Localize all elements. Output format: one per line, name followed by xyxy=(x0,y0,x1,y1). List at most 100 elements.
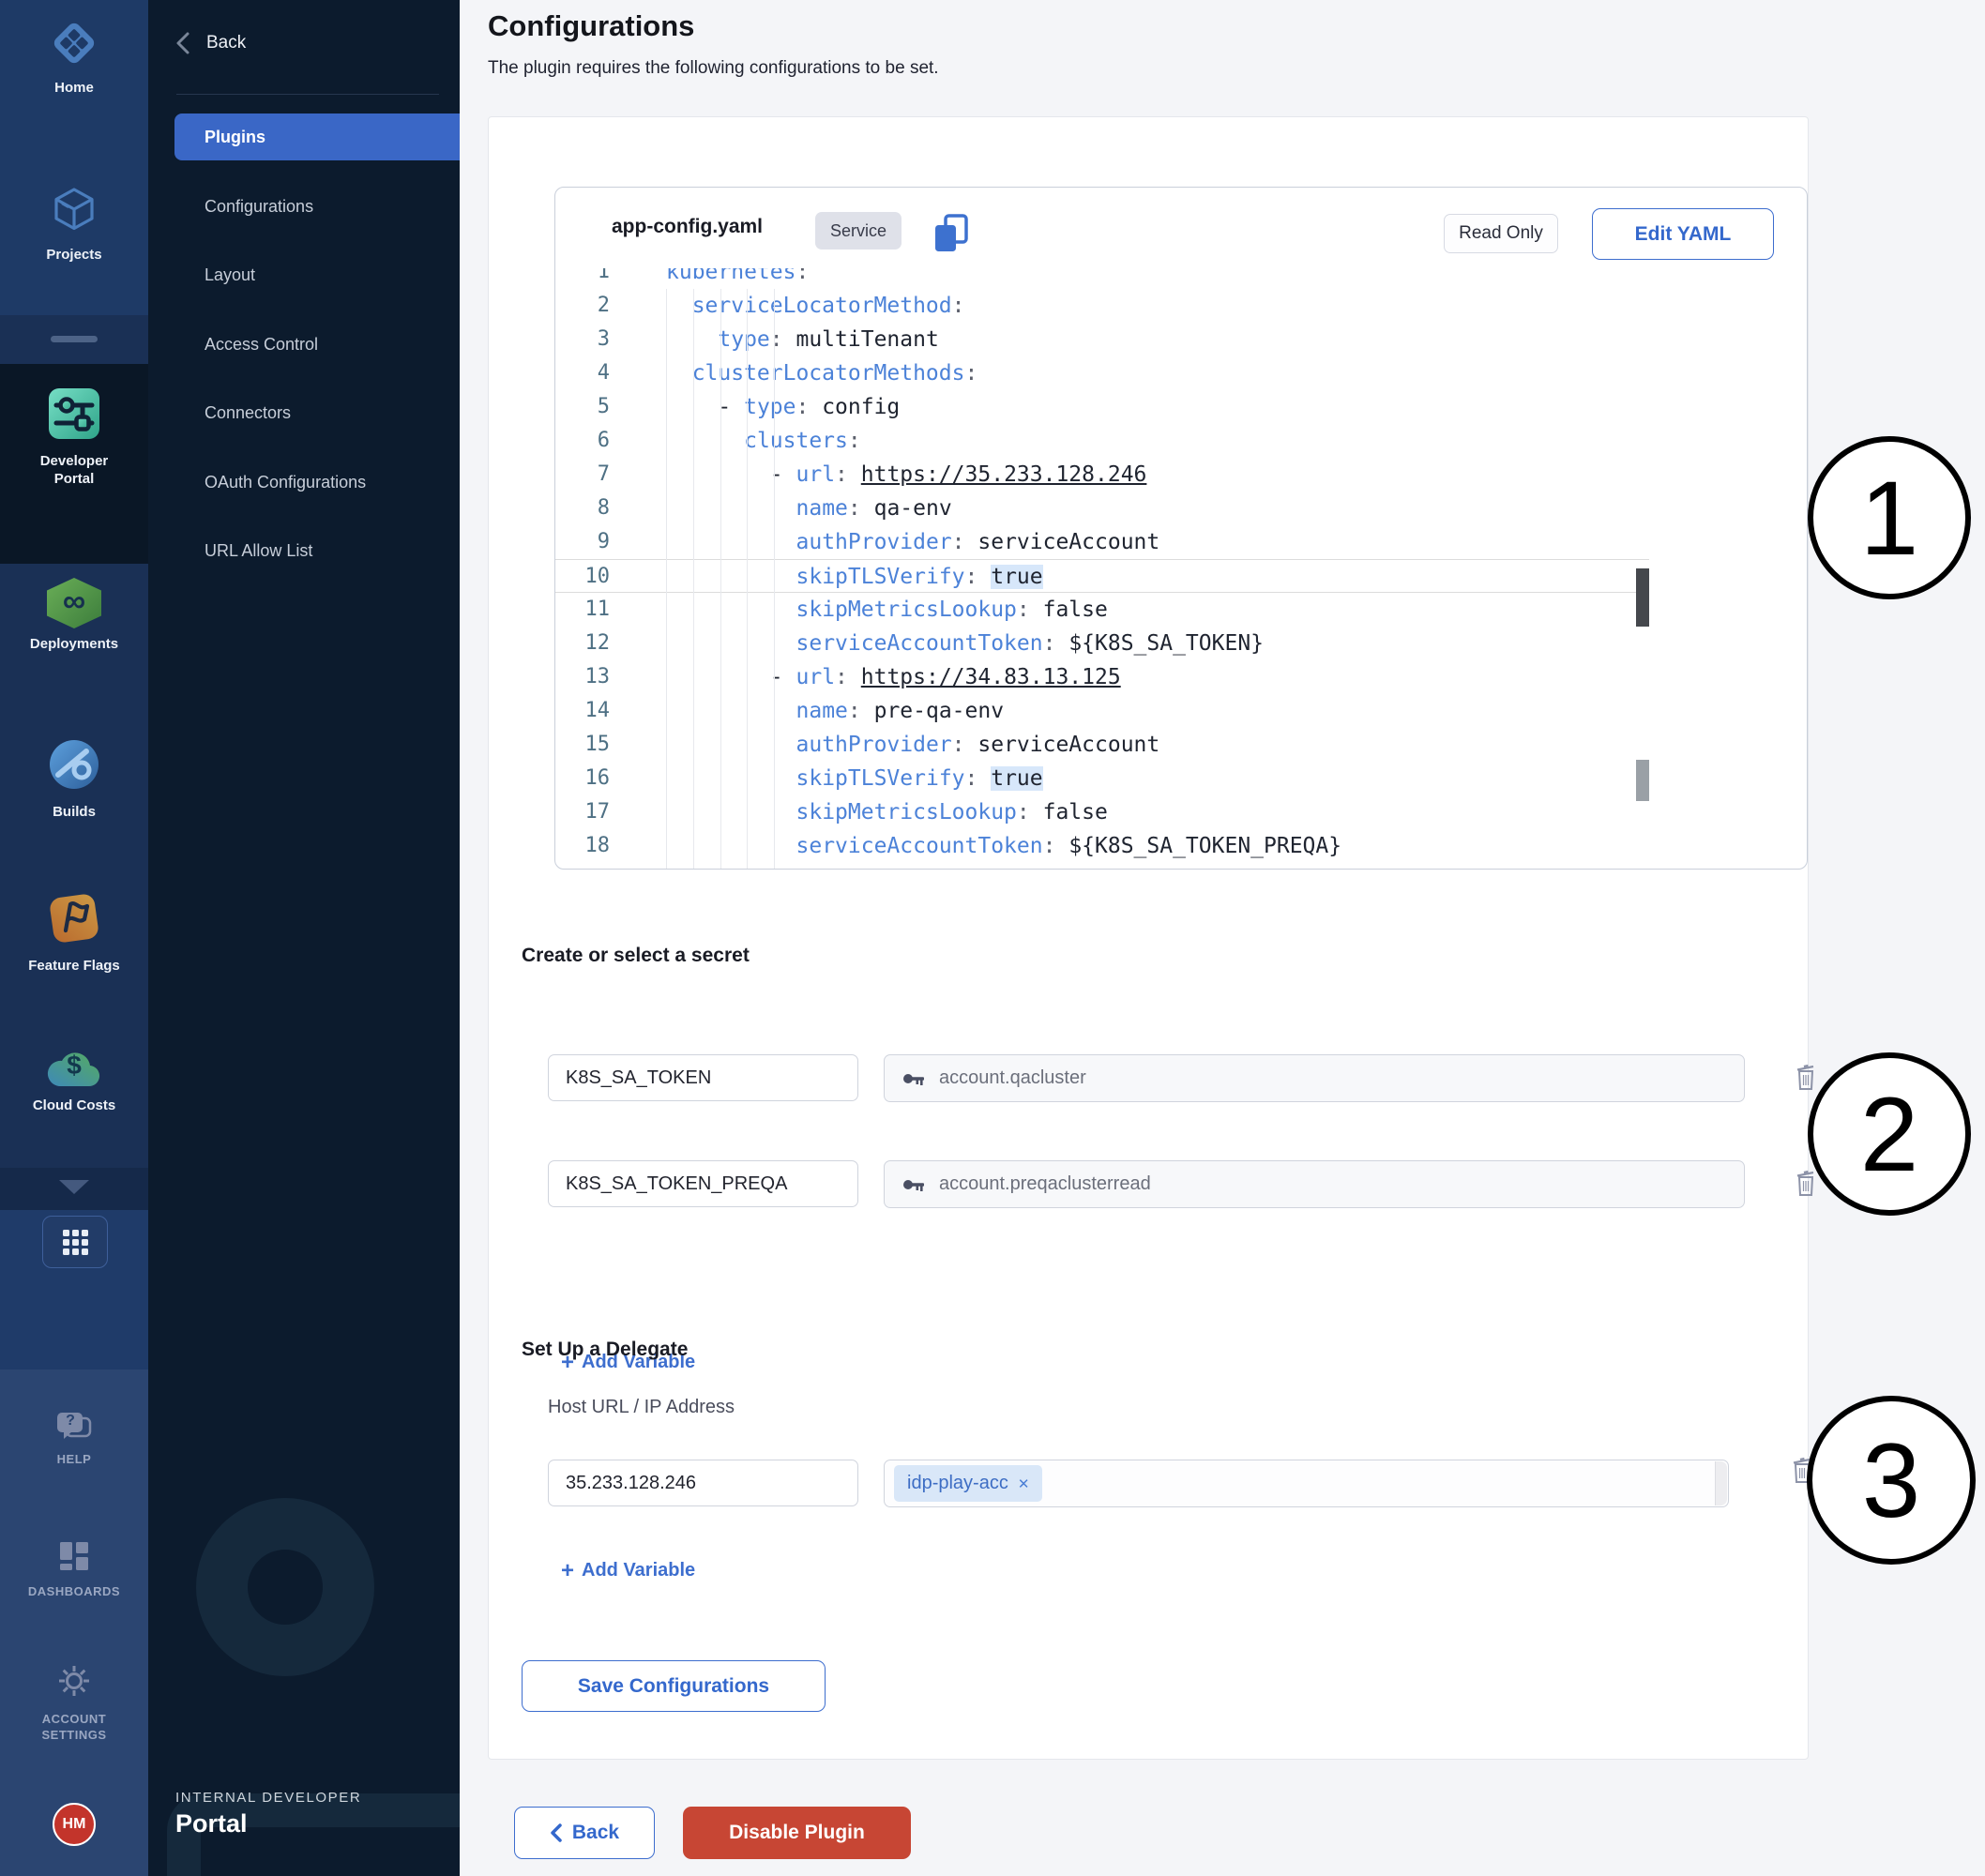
module-sidebar: Home Projects xyxy=(0,0,148,1876)
sidebar-item-cloud-costs[interactable]: $ Cloud Costs xyxy=(0,1045,148,1114)
sidebar-item-deployments[interactable]: ∞ Deployments xyxy=(0,578,148,653)
code-line: 9authProvider: serviceAccount xyxy=(555,525,1649,559)
line-number: 11 xyxy=(555,593,621,627)
line-number: 9 xyxy=(555,525,621,559)
sidebar-item-account-settings[interactable]: ACCOUNT SETTINGS xyxy=(0,1662,148,1743)
secrets-heading: Create or select a secret xyxy=(522,945,750,967)
code-line: 17skipMetricsLookup: false xyxy=(555,795,1649,829)
avatar[interactable]: HM xyxy=(53,1803,96,1846)
subbar-item-url-allow-list[interactable]: URL Allow List xyxy=(174,527,460,574)
code-line: 5- type: config xyxy=(555,390,1649,424)
line-number: 8 xyxy=(555,492,621,525)
line-number: 14 xyxy=(555,694,621,728)
divider xyxy=(176,94,439,95)
page-title: Configurations xyxy=(488,9,694,43)
tagbox-scrollbar[interactable] xyxy=(1715,1461,1727,1505)
developer-portal-icon xyxy=(47,386,101,441)
line-number: 2 xyxy=(555,289,621,323)
subbar-item-connectors[interactable]: Connectors xyxy=(174,389,460,436)
secret-name: account.qacluster xyxy=(939,1067,1086,1089)
line-number: 15 xyxy=(555,728,621,762)
back-link[interactable]: Back xyxy=(174,23,246,64)
secret-rows: account.qacluster account.preqaclusterrea… xyxy=(548,1054,1745,1266)
builds-icon xyxy=(47,737,101,792)
sidebar-item-developer-portal[interactable]: Developer Portal xyxy=(0,386,148,488)
app-window: Home Projects xyxy=(0,0,1985,1876)
sidebar-collapse-pill[interactable] xyxy=(51,336,98,342)
line-number: 18 xyxy=(555,829,621,863)
sidebar-item-label: Feature Flags xyxy=(0,957,148,975)
delegate-tag-chip: idp-play-acc ✕ xyxy=(894,1465,1042,1502)
sidebar-item-feature-flags[interactable]: Feature Flags xyxy=(0,891,148,975)
code-line: 12serviceAccountToken: ${K8S_SA_TOKEN} xyxy=(555,627,1649,660)
sidebar-item-help[interactable]: ? HELP xyxy=(0,1411,148,1467)
line-number: 16 xyxy=(555,762,621,795)
subbar-item-configurations[interactable]: Configurations xyxy=(174,183,460,230)
remove-tag-icon[interactable]: ✕ xyxy=(1018,1475,1030,1492)
delete-variable-icon[interactable] xyxy=(1794,1062,1818,1097)
code-line: 18serviceAccountToken: ${K8S_SA_TOKEN_PR… xyxy=(555,829,1649,863)
plugin-nav-sidebar: Back Plugins Configurations Layout Access C… xyxy=(148,0,460,1876)
add-variable-link[interactable]: + Add Variable xyxy=(561,1560,695,1581)
annotation-circle-2: 2 xyxy=(1808,1052,1971,1216)
host-url-input[interactable] xyxy=(548,1460,858,1506)
subbar-item-oauth-configurations[interactable]: OAuth Configurations xyxy=(174,459,460,506)
line-number: 7 xyxy=(555,458,621,492)
page-subtitle: The plugin requires the following config… xyxy=(488,58,939,79)
line-number: 6 xyxy=(555,424,621,458)
sidebar-item-label: Deployments xyxy=(0,635,148,653)
edit-yaml-button[interactable]: Edit YAML xyxy=(1592,208,1774,260)
scrollbar-thumb[interactable] xyxy=(1636,568,1649,627)
delete-variable-icon[interactable] xyxy=(1794,1168,1818,1203)
chevron-down-icon[interactable] xyxy=(59,1180,89,1194)
sidebar-item-dashboards[interactable]: DASHBOARDS xyxy=(0,1540,148,1599)
line-number: 5 xyxy=(555,390,621,424)
secret-selector[interactable]: account.qacluster xyxy=(884,1054,1745,1102)
read-only-badge: Read Only xyxy=(1444,214,1558,253)
main-content: Configurations The plugin requires the f… xyxy=(460,0,1985,1876)
home-icon xyxy=(50,19,98,68)
plus-icon: + xyxy=(561,1562,574,1581)
brand-top-label: INTERNAL DEVELOPER xyxy=(175,1790,361,1806)
code-editor[interactable]: 1kubernetes:2serviceLocatorMethod:3type:… xyxy=(555,268,1807,869)
module-picker-button[interactable] xyxy=(42,1216,108,1268)
sidebar-item-projects[interactable]: Projects xyxy=(0,184,148,264)
annotation-circle-3: 3 xyxy=(1807,1396,1976,1565)
subbar-item-access-control[interactable]: Access Control xyxy=(174,321,460,368)
subbar-item-plugins[interactable]: Plugins xyxy=(174,113,460,160)
scrollbar-thumb[interactable] xyxy=(1636,760,1649,801)
sidebar-item-label: ACCOUNT SETTINGS xyxy=(23,1711,126,1743)
sidebar-divider-section xyxy=(0,315,148,364)
line-number: 13 xyxy=(555,660,621,694)
sidebar-item-label: Projects xyxy=(0,246,148,264)
secret-selector[interactable]: account.preqaclusterread xyxy=(884,1160,1745,1208)
host-url-label: Host URL / IP Address xyxy=(548,1397,735,1418)
subbar-item-layout[interactable]: Layout xyxy=(174,251,460,298)
disable-plugin-button[interactable]: Disable Plugin xyxy=(683,1807,911,1859)
chevron-left-icon xyxy=(550,1823,563,1842)
code-line: 11skipMetricsLookup: false xyxy=(555,593,1649,627)
configurations-card: app-config.yaml Service Read Only Edit Y… xyxy=(488,116,1809,1760)
variable-name-input[interactable] xyxy=(548,1160,858,1207)
deployments-icon: ∞ xyxy=(47,578,101,628)
key-icon xyxy=(902,1067,926,1090)
secret-row: account.qacluster xyxy=(548,1054,1745,1102)
line-number: 17 xyxy=(555,795,621,829)
copy-icon[interactable] xyxy=(932,212,971,262)
code-lines: 1kubernetes:2serviceLocatorMethod:3type:… xyxy=(555,268,1807,863)
save-configurations-button[interactable]: Save Configurations xyxy=(522,1660,826,1712)
sidebar-item-home[interactable]: Home xyxy=(0,19,148,97)
sidebar-item-label: Home xyxy=(0,79,148,97)
sidebar-item-label: HELP xyxy=(0,1451,148,1467)
code-line: 8name: qa-env xyxy=(555,492,1649,525)
code-line: 3type: multiTenant xyxy=(555,323,1649,356)
variable-name-input[interactable] xyxy=(548,1054,858,1101)
yaml-filename: app-config.yaml xyxy=(612,216,763,238)
annotation-circle-1: 1 xyxy=(1808,436,1971,599)
decor-ring xyxy=(196,1498,374,1676)
back-button[interactable]: Back xyxy=(514,1807,655,1859)
code-line: 14name: pre-qa-env xyxy=(555,694,1649,728)
sidebar-item-builds[interactable]: Builds xyxy=(0,737,148,821)
delegate-tags-field[interactable]: idp-play-acc ✕ xyxy=(884,1460,1729,1507)
sidebar-item-label: Builds xyxy=(0,803,148,821)
